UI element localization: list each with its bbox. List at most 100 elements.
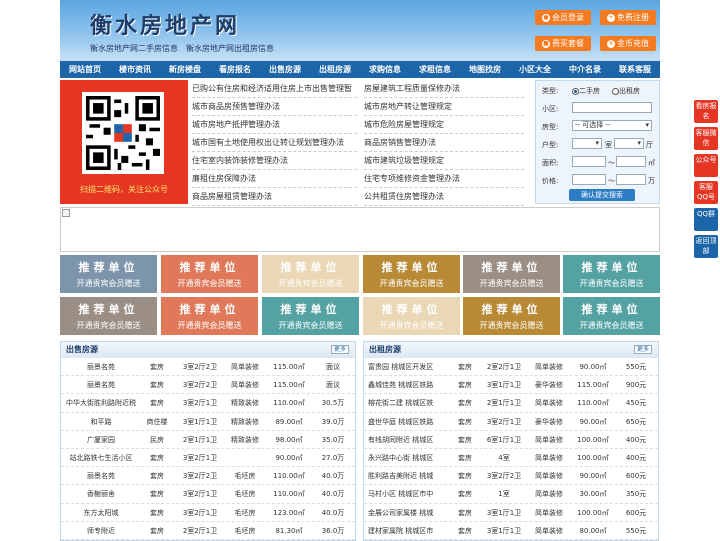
table-row[interactable]: 广厦家园 民房 2室1厅1卫 精致装修 98.00㎡ 35.0万 bbox=[61, 431, 355, 449]
recommend-tile[interactable]: 推荐单位 开通贵宾会员赠送 bbox=[563, 255, 660, 293]
sale-more-link[interactable]: 更多 bbox=[331, 345, 349, 354]
rent-more-link[interactable]: 更多 bbox=[634, 345, 652, 354]
table-row[interactable]: 丽景名苑 套房 3室2厅2卫 毛坯房 110.00㎡ 40.0万 bbox=[61, 467, 355, 486]
recommend-tile[interactable]: 推荐单位 开通贵宾会员赠送 bbox=[60, 297, 157, 335]
nav-communities[interactable]: 小区大全 bbox=[510, 61, 560, 78]
nav-want-rent[interactable]: 求租信息 bbox=[410, 61, 460, 78]
table-cell: 简单装修 bbox=[535, 453, 563, 462]
table-cell: 3室2厅1卫 bbox=[182, 490, 218, 499]
radio-sale[interactable]: 二手房 bbox=[572, 86, 600, 96]
nav-news[interactable]: 楼市资讯 bbox=[110, 61, 160, 78]
recommend-tile[interactable]: 推荐单位 开通贵宾会员赠送 bbox=[463, 255, 560, 293]
area-min-input[interactable] bbox=[572, 156, 606, 167]
table-cell: 豪华装修 bbox=[535, 381, 563, 390]
price-max-input[interactable] bbox=[616, 174, 646, 185]
table-row[interactable]: 胜利路吉美附近 桃城 套房 3室2厅2卫 简单装修 90.00㎡ 600元 bbox=[364, 467, 658, 486]
recommend-tile[interactable]: 推荐单位 开通贵宾会员赠送 bbox=[563, 297, 660, 335]
table-cell: 简单装修 bbox=[535, 490, 563, 499]
side-qq-group[interactable]: QQ群 bbox=[694, 208, 718, 231]
table-row[interactable]: 马村小区 桃城区市中 套房 1室 简单装修 30.00㎡ 350元 bbox=[364, 485, 658, 504]
table-row[interactable]: 有线胡同附近 桃城区 套房 6室1厅1卫 简单装修 100.00㎡ 400元 bbox=[364, 431, 658, 449]
recommend-tile[interactable]: 推荐单位 开通贵宾会员赠送 bbox=[60, 255, 157, 293]
link-item[interactable]: 住宅室内装饰装修管理办法 bbox=[192, 152, 357, 170]
package-button[interactable]: ■ 费买套餐 bbox=[535, 36, 591, 51]
nav-for-sale[interactable]: 出售房源 bbox=[260, 61, 310, 78]
link-item[interactable]: 城市国有土地使用权出让转让规划管理办法 bbox=[192, 134, 357, 152]
price-min-input[interactable] bbox=[572, 174, 606, 185]
table-row[interactable]: 站北路铁七生活小区 套房 3室2厅1卫 90.00㎡ 27.0万 bbox=[61, 449, 355, 468]
table-row[interactable]: 榕花街二建 桃城区铁 套房 2室1厅1卫 简单装修 110.00㎡ 450元 bbox=[364, 394, 658, 413]
table-row[interactable]: 和平路 商住楼 3室1厅1卫 精致装修 89.00㎡ 39.0万 bbox=[61, 413, 355, 431]
table-cell: 丽景名苑 bbox=[87, 472, 115, 481]
nav-contact[interactable]: 联系客服 bbox=[610, 61, 660, 78]
recommend-tile[interactable]: 推荐单位 开通贵宾会员赠送 bbox=[262, 297, 359, 335]
table-row[interactable]: 东方太阳城 套房 3室2厅1卫 毛坯房 123.00㎡ 40.0万 bbox=[61, 504, 355, 522]
table-cell: 金展公司家属楼 桃城 bbox=[368, 508, 434, 517]
recommend-tile[interactable]: 推荐单位 开通贵宾会员赠送 bbox=[161, 255, 258, 293]
recommend-tile[interactable]: 推荐单位 开通贵宾会员赠送 bbox=[363, 255, 460, 293]
room-select[interactable]: ▾ bbox=[572, 138, 602, 149]
link-item[interactable]: 商品房屋租赁管理办法 bbox=[192, 188, 357, 206]
nav-viewing-signup[interactable]: 看房报名 bbox=[210, 61, 260, 78]
link-item[interactable]: 城市商品房预售管理办法 bbox=[192, 98, 357, 116]
table-row[interactable]: 鑫城佳苑 桃城区铁路 套房 3室1厅1卫 豪华装修 115.00㎡ 900元 bbox=[364, 376, 658, 395]
table-row[interactable]: 香榭丽舍 套房 3室2厅1卫 毛坯房 110.00㎡ 40.0万 bbox=[61, 485, 355, 504]
table-cell: 3室2厅1卫 bbox=[182, 453, 218, 462]
side-back-to-top[interactable]: 返回顶部 bbox=[694, 235, 718, 258]
table-row[interactable]: 丽景名苑 套房 3室2厅2卫 简单装修 115.00㎡ 面议 bbox=[61, 358, 355, 377]
recharge-button[interactable]: ¥ 金币充值 bbox=[600, 36, 656, 51]
recommend-tile[interactable]: 推荐单位 开通贵宾会员赠送 bbox=[161, 297, 258, 335]
nav-want-buy[interactable]: 求购信息 bbox=[360, 61, 410, 78]
nav-agencies[interactable]: 中介名录 bbox=[560, 61, 610, 78]
kind-select[interactable]: -- 可选择 -- ▾ bbox=[572, 120, 652, 131]
table-row[interactable]: 建材家属院 桃城区市 套房 3室1厅1卫 简单装修 80.00㎡ 550元 bbox=[364, 522, 658, 540]
link-item[interactable]: 已购公有住房和经济适用住房上市出售管理暂 bbox=[192, 80, 357, 98]
table-cell: 站北路铁七生活小区 bbox=[69, 453, 133, 462]
table-cell: 3室2厅2卫 bbox=[182, 472, 218, 481]
recommend-tile[interactable]: 推荐单位 开通贵宾会员赠送 bbox=[262, 255, 359, 293]
table-row[interactable]: 金展公司家属楼 桃城 套房 3室1厅1卫 简单装修 100.00㎡ 600元 bbox=[364, 504, 658, 522]
add-icon: + bbox=[607, 13, 615, 22]
hall-select[interactable]: ▾ bbox=[614, 138, 644, 149]
banner-image[interactable] bbox=[60, 207, 660, 252]
table-cell: 丽景名苑 bbox=[87, 363, 115, 371]
table-row[interactable]: 丽景名苑 套房 3室2厅2卫 简单装修 115.00㎡ 面议 bbox=[61, 376, 355, 395]
rent-rows: 富贵园 桃城区开发区 套房 2室2厅1卫 简单装修 90.00㎡ 550元 鑫城佳苑 桃城区… bbox=[364, 358, 658, 540]
table-cell: 面议 bbox=[326, 363, 340, 371]
table-cell: 2室1厅1卫 bbox=[486, 399, 522, 408]
table-row[interactable]: 中华大街胜利路附近税 套房 3室2厅1卫 精致装修 110.00㎡ 30.5万 bbox=[61, 394, 355, 413]
table-row[interactable]: 盛世华庭 桃城区铁路 套房 3室2厅1卫 豪华装修 90.00㎡ 650元 bbox=[364, 413, 658, 431]
link-item[interactable]: 廉租住房保障办法 bbox=[192, 170, 357, 188]
table-row[interactable]: 富贵园 桃城区开发区 套房 2室2厅1卫 简单装修 90.00㎡ 550元 bbox=[364, 358, 658, 377]
recommend-tile[interactable]: 推荐单位 开通贵宾会员赠送 bbox=[363, 297, 460, 335]
community-input[interactable] bbox=[572, 102, 652, 113]
side-wechat[interactable]: 客服微信 bbox=[694, 127, 718, 150]
search-submit-button[interactable]: 确认提交搜索 bbox=[569, 189, 635, 201]
nav-new-homes[interactable]: 新房楼盘 bbox=[160, 61, 210, 78]
nav-home[interactable]: 网站首页 bbox=[60, 61, 110, 78]
nav-for-rent[interactable]: 出租房源 bbox=[310, 61, 360, 78]
link-item[interactable]: 城市房地产转让管理规定 bbox=[364, 98, 524, 116]
link-item[interactable]: 住宅专项维修资金管理办法 bbox=[364, 170, 524, 188]
table-cell: 民房 bbox=[150, 435, 164, 444]
register-button[interactable]: + 免费注册 bbox=[600, 10, 656, 25]
table-row[interactable]: 师专附近 套房 2室2厅1卫 毛坯房 81.30㎡ 36.0万 bbox=[61, 522, 355, 540]
link-item[interactable]: 城市房地产抵押管理办法 bbox=[192, 116, 357, 134]
link-item[interactable]: 城市建筑垃圾管理规定 bbox=[364, 152, 524, 170]
area-max-input[interactable] bbox=[616, 156, 646, 167]
table-cell: 600元 bbox=[625, 472, 647, 481]
link-item[interactable]: 商品房销售管理办法 bbox=[364, 134, 524, 152]
link-item[interactable]: 公共租赁住房管理办法 bbox=[364, 188, 524, 206]
link-item[interactable]: 房屋建筑工程质量保修办法 bbox=[364, 80, 524, 98]
side-qq[interactable]: 客服QQ号 bbox=[694, 181, 718, 204]
nav-map-search[interactable]: 地图找房 bbox=[460, 61, 510, 78]
table-row[interactable]: 永兴路中心街 桃城区 套房 4室 简单装修 100.00㎡ 400元 bbox=[364, 449, 658, 468]
login-button[interactable]: ● 会员登录 bbox=[535, 10, 591, 25]
link-item[interactable]: 城市危险房屋管理规定 bbox=[364, 116, 524, 134]
side-viewing-signup[interactable]: 看房报名 bbox=[694, 100, 718, 123]
package-icon: ■ bbox=[542, 39, 550, 48]
table-cell: 套房 bbox=[150, 453, 164, 462]
radio-rent[interactable]: 出租房 bbox=[612, 86, 640, 96]
recommend-tile[interactable]: 推荐单位 开通贵宾会员赠送 bbox=[463, 297, 560, 335]
side-official-account[interactable]: 公众号 bbox=[694, 154, 718, 177]
